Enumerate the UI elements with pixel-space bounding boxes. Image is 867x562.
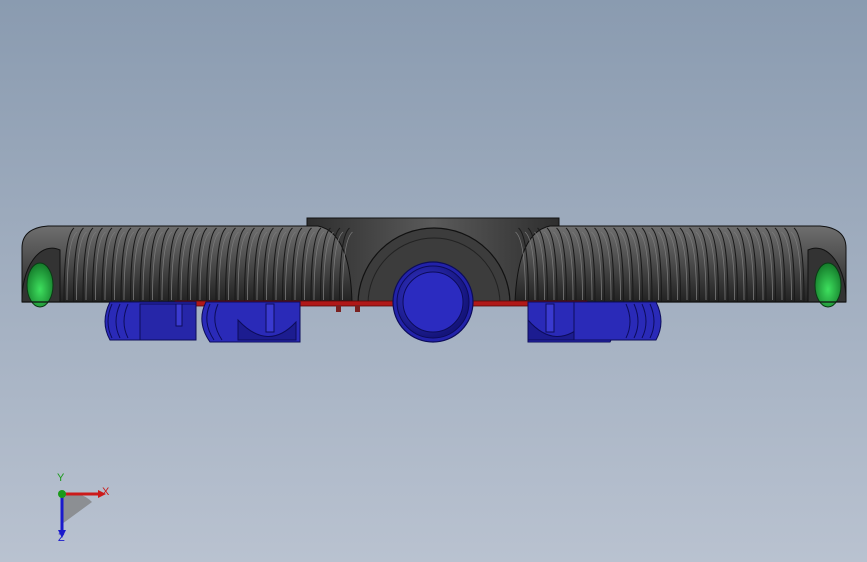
- right-outer-wheel-assembly: [573, 301, 662, 341]
- axis-z-label: Z: [58, 532, 65, 544]
- right-track: [514, 225, 847, 308]
- left-inner-wheel-assembly: [201, 301, 301, 343]
- model-canvas[interactable]: [0, 0, 867, 562]
- left-track: [21, 225, 353, 308]
- center-drive-wheel: [392, 261, 474, 343]
- left-outer-wheel-assembly: [104, 301, 197, 341]
- orientation-triad[interactable]: X Y Z: [40, 472, 120, 550]
- axis-y-label: Y: [57, 472, 65, 484]
- right-green-wheel: [814, 262, 842, 308]
- 3d-viewport[interactable]: X Y Z: [0, 0, 867, 562]
- left-green-wheel: [26, 262, 54, 308]
- axis-x-label: X: [102, 486, 110, 498]
